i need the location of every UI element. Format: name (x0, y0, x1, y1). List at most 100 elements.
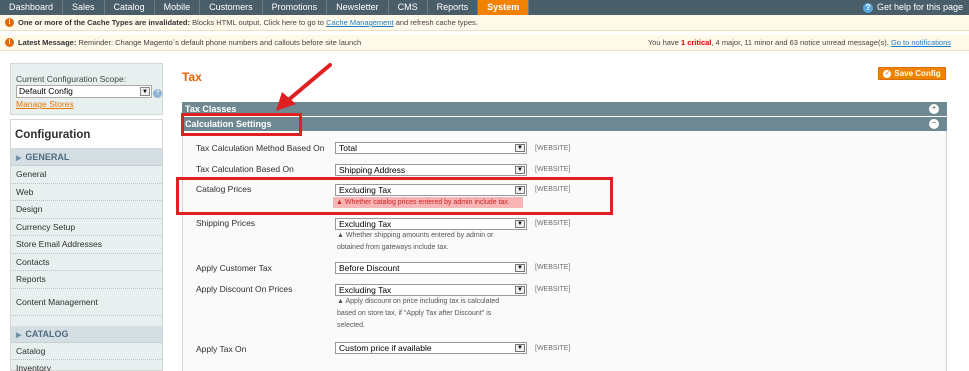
save-config-button[interactable]: ✓ Save Config (878, 67, 946, 80)
triangle-right-icon: ▶ (16, 155, 22, 162)
top-navigation: Dashboard Sales Catalog Mobile Customers… (0, 0, 969, 15)
select-value: Custom price if available (339, 343, 432, 353)
check-icon: ✓ (883, 69, 892, 78)
apply-discount-note: ▲ Apply discount on price including tax … (337, 298, 500, 329)
config-scope-box: Current Configuration Scope: Default Con… (10, 63, 163, 115)
menu-item-web[interactable]: Web (11, 184, 162, 201)
shipping-prices-select[interactable]: Excluding Tax ▼ (335, 218, 527, 230)
menu-item-reports[interactable]: Reports (11, 271, 162, 289)
nav-promotions[interactable]: Promotions (263, 0, 328, 15)
select-value: Excluding Tax (339, 285, 392, 295)
highlight-box-calculation-settings (181, 113, 302, 136)
menu-group-label: GENERAL (25, 152, 70, 162)
menu-item-general[interactable]: General (11, 166, 162, 184)
note-text: based on store tax, if "Apply Tax after … (337, 310, 492, 317)
menu-item-currency-setup[interactable]: Currency Setup (11, 219, 162, 236)
latest-message-text: Reminder: Change Magento`s default phone… (78, 38, 362, 47)
field-label-tax-calc-method: Tax Calculation Method Based On (196, 143, 325, 153)
field-label-apply-tax-on: Apply Tax On (196, 344, 247, 354)
apply-discount-on-prices-select[interactable]: Excluding Tax ▼ (335, 284, 527, 296)
nav-catalog[interactable]: Catalog (105, 0, 155, 15)
collapse-icon: − (929, 119, 939, 129)
nav-newsletter[interactable]: Newsletter (327, 0, 389, 15)
field-label-apply-discount-on-prices: Apply Discount On Prices (196, 284, 293, 294)
note-text: selected. (337, 322, 366, 329)
menu-item-contacts[interactable]: Contacts (11, 254, 162, 271)
nav-sales[interactable]: Sales (63, 0, 105, 15)
tax-calc-based-on-select[interactable]: Shipping Address ▼ (335, 164, 527, 176)
manage-stores-link[interactable]: Manage Stores (16, 99, 157, 109)
annotation-arrow-icon (276, 63, 332, 111)
scope-badge: [WEBSITE] (535, 286, 571, 293)
summary-critical: 1 critical (680, 38, 712, 47)
cache-notice-bold: One or more of the Cache Types are inval… (18, 18, 190, 27)
latest-message-notice: ! Latest Message: Reminder: Change Magen… (0, 35, 969, 51)
chevron-down-icon: ▼ (140, 87, 150, 96)
select-value: Excluding Tax (339, 219, 392, 229)
scope-label: Current Configuration Scope: (16, 74, 127, 84)
field-label-shipping-prices: Shipping Prices (196, 218, 256, 228)
chevron-down-icon: ▼ (515, 166, 525, 174)
scope-select[interactable]: Default Config ▼ (16, 85, 152, 98)
highlight-box-catalog-prices (176, 177, 613, 215)
expand-icon: + (929, 104, 939, 114)
help-label: Get help for this page (876, 2, 963, 12)
summary-prefix: You have (647, 38, 679, 47)
scope-badge: [WEBSITE] (535, 264, 571, 271)
note-text: obtained from gateways include tax. (337, 244, 449, 251)
summary-rest: , 4 major, 11 minor and 63 notice unread… (711, 38, 889, 47)
scope-badge: [WEBSITE] (535, 220, 571, 227)
select-value: Shipping Address (339, 165, 406, 175)
menu-item-design[interactable]: Design (11, 201, 162, 219)
help-link[interactable]: ? Get help for this page (862, 0, 963, 15)
chevron-down-icon: ▼ (515, 286, 525, 294)
cache-notice-text: Blocks HTML output. Click here to go to (192, 18, 324, 27)
menu-item-content-management[interactable]: Content Management (11, 289, 162, 316)
nav-system[interactable]: System (478, 0, 530, 15)
nav-cms[interactable]: CMS (389, 0, 428, 15)
message-summary: You have 1 critical, 4 major, 11 minor a… (648, 38, 951, 47)
help-icon: ? (862, 2, 873, 13)
chevron-down-icon: ▼ (515, 220, 525, 228)
menu-group-catalog[interactable]: ▶ CATALOG (11, 325, 162, 343)
nav-reports[interactable]: Reports (428, 0, 479, 15)
warning-icon: ! (5, 18, 14, 27)
select-value: Before Discount (339, 263, 400, 273)
select-value: Total (339, 143, 357, 153)
menu-group-general[interactable]: ▶ GENERAL (11, 149, 162, 166)
scope-badge: [WEBSITE] (535, 145, 571, 152)
tax-calc-method-select[interactable]: Total ▼ (335, 142, 527, 154)
scope-badge: [WEBSITE] (535, 166, 571, 173)
chevron-down-icon: ▼ (515, 264, 525, 272)
nav-customers[interactable]: Customers (200, 0, 263, 15)
page-title: Tax (182, 70, 202, 84)
nav-mobile[interactable]: Mobile (155, 0, 201, 15)
scope-badge: [WEBSITE] (535, 345, 571, 352)
menu-spacer (11, 316, 162, 326)
go-to-notifications-link[interactable]: Go to notifications (891, 38, 951, 47)
chevron-down-icon: ▼ (515, 344, 525, 352)
nav-dashboard[interactable]: Dashboard (0, 0, 64, 15)
info-icon[interactable]: ? (153, 89, 162, 98)
field-label-apply-customer-tax: Apply Customer Tax (196, 263, 272, 273)
warning-icon: ! (5, 38, 14, 47)
scope-select-value: Default Config (19, 86, 73, 96)
note-text: Apply discount on price including tax is… (345, 298, 500, 305)
menu-item-inventory[interactable]: Inventory (11, 360, 162, 371)
menu-item-store-email-addresses[interactable]: Store Email Addresses (11, 236, 162, 254)
cache-notice-tail: and refresh cache types. (395, 18, 478, 27)
chevron-down-icon: ▼ (515, 144, 525, 152)
field-label-tax-calc-based-on: Tax Calculation Based On (196, 164, 294, 174)
configuration-title: Configuration (10, 119, 163, 148)
note-text: Whether shipping amounts entered by admi… (345, 232, 494, 239)
menu-group-label: CATALOG (25, 328, 69, 339)
apply-tax-on-select[interactable]: Custom price if available ▼ (335, 342, 527, 354)
shipping-prices-note: ▲ Whether shipping amounts entered by ad… (337, 232, 494, 251)
cache-management-link[interactable]: Cache Management (326, 18, 394, 27)
config-side-menu: ▶ GENERAL General Web Design Currency Set… (10, 148, 163, 371)
menu-item-catalog[interactable]: Catalog (11, 343, 162, 360)
apply-customer-tax-select[interactable]: Before Discount ▼ (335, 262, 527, 274)
save-config-label: Save Config (894, 69, 941, 78)
cache-notice: ! One or more of the Cache Types are inv… (0, 15, 969, 31)
triangle-right-icon: ▶ (16, 331, 22, 339)
